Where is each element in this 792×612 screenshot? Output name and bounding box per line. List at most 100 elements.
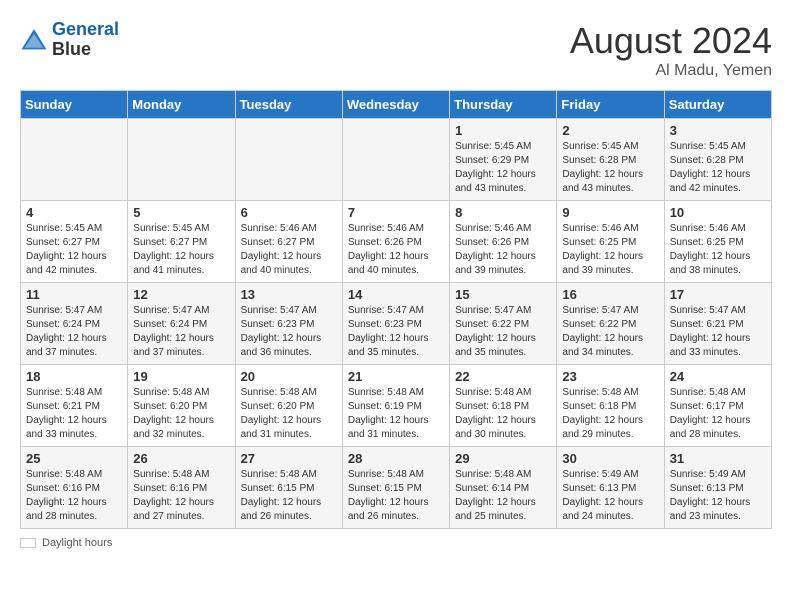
day-info: Sunrise: 5:48 AM Sunset: 6:16 PM Dayligh… (133, 468, 229, 524)
calendar-cell: 30 Sunrise: 5:49 AM Sunset: 6:13 PM Dayli… (557, 447, 664, 529)
title-block: August 2024 Al Madu, Yemen (570, 20, 772, 80)
day-info: Sunrise: 5:46 AM Sunset: 6:26 PM Dayligh… (455, 222, 551, 278)
weekday-header: Tuesday (235, 91, 342, 119)
calendar-cell: 10Sunrise: 5:46 AM Sunset: 6:25 PM Dayli… (664, 201, 771, 283)
day-number: 18 (26, 369, 122, 384)
day-number: 31 (670, 451, 766, 466)
day-info: Sunrise: 5:47 AM Sunset: 6:23 PM Dayligh… (348, 304, 444, 360)
daylight-label: Daylight hours (42, 537, 112, 549)
day-number: 11 (26, 287, 122, 302)
day-number: 7 (348, 205, 444, 220)
weekday-header: Saturday (664, 91, 771, 119)
location: Al Madu, Yemen (570, 62, 772, 80)
day-number: 26 (133, 451, 229, 466)
day-info: Sunrise: 5:48 AM Sunset: 6:15 PM Dayligh… (241, 468, 337, 524)
day-info: Sunrise: 5:48 AM Sunset: 6:15 PM Dayligh… (348, 468, 444, 524)
weekday-header: Thursday (450, 91, 557, 119)
calendar-cell: 17 Sunrise: 5:47 AM Sunset: 6:21 PM Dayli… (664, 283, 771, 365)
day-info: Sunrise: 5:48 AM Sunset: 6:16 PM Dayligh… (26, 468, 122, 524)
calendar-cell: 9 Sunrise: 5:46 AM Sunset: 6:25 PM Daylig… (557, 201, 664, 283)
calendar-cell: 20 Sunrise: 5:48 AM Sunset: 6:20 PM Dayli… (235, 365, 342, 447)
day-number: 5 (133, 205, 229, 220)
day-number: 29 (455, 451, 551, 466)
day-number: 6 (241, 205, 337, 220)
day-info: Sunrise: 5:46 AM Sunset: 6:27 PM Dayligh… (241, 222, 337, 278)
day-number: 3 (670, 123, 766, 138)
day-number: 4 (26, 205, 122, 220)
day-number: 30 (562, 451, 658, 466)
day-info: Sunrise: 5:45 AM Sunset: 6:29 PM Dayligh… (455, 140, 551, 196)
calendar-cell: 21 Sunrise: 5:48 AM Sunset: 6:19 PM Dayli… (342, 365, 449, 447)
calendar-cell (342, 119, 449, 201)
day-info: Sunrise: 5:49 AM Sunset: 6:13 PM Dayligh… (562, 468, 658, 524)
footer: Daylight hours (20, 537, 772, 549)
day-number: 13 (241, 287, 337, 302)
day-number: 10 (670, 205, 766, 220)
weekday-header: Sunday (21, 91, 128, 119)
day-info: Sunrise: 5:48 AM Sunset: 6:20 PM Dayligh… (133, 386, 229, 442)
day-info: Sunrise: 5:49 AM Sunset: 6:13 PM Dayligh… (670, 468, 766, 524)
day-info: Sunrise: 5:48 AM Sunset: 6:21 PM Dayligh… (26, 386, 122, 442)
day-info: Sunrise: 5:48 AM Sunset: 6:19 PM Dayligh… (348, 386, 444, 442)
calendar-cell: 12 Sunrise: 5:47 AM Sunset: 6:24 PM Dayli… (128, 283, 235, 365)
day-number: 28 (348, 451, 444, 466)
day-number: 20 (241, 369, 337, 384)
day-number: 21 (348, 369, 444, 384)
calendar-cell: 22 Sunrise: 5:48 AM Sunset: 6:18 PM Dayli… (450, 365, 557, 447)
day-info: Sunrise: 5:47 AM Sunset: 6:24 PM Dayligh… (133, 304, 229, 360)
calendar-cell: 6 Sunrise: 5:46 AM Sunset: 6:27 PM Daylig… (235, 201, 342, 283)
logo: GeneralBlue (20, 20, 119, 60)
calendar-body: 1Sunrise: 5:45 AM Sunset: 6:29 PM Daylig… (21, 119, 772, 529)
day-info: Sunrise: 5:48 AM Sunset: 6:17 PM Dayligh… (670, 386, 766, 442)
weekday-header: Wednesday (342, 91, 449, 119)
day-info: Sunrise: 5:46 AM Sunset: 6:25 PM Dayligh… (562, 222, 658, 278)
calendar-cell: 24 Sunrise: 5:48 AM Sunset: 6:17 PM Dayli… (664, 365, 771, 447)
calendar-cell: 15Sunrise: 5:47 AM Sunset: 6:22 PM Dayli… (450, 283, 557, 365)
calendar-cell: 31 Sunrise: 5:49 AM Sunset: 6:13 PM Dayli… (664, 447, 771, 529)
calendar-cell: 27 Sunrise: 5:48 AM Sunset: 6:15 PM Dayli… (235, 447, 342, 529)
calendar-cell: 25 Sunrise: 5:48 AM Sunset: 6:16 PM Dayli… (21, 447, 128, 529)
day-info: Sunrise: 5:45 AM Sunset: 6:28 PM Dayligh… (562, 140, 658, 196)
day-number: 24 (670, 369, 766, 384)
calendar-cell: 13Sunrise: 5:47 AM Sunset: 6:23 PM Dayli… (235, 283, 342, 365)
calendar-cell (21, 119, 128, 201)
day-info: Sunrise: 5:47 AM Sunset: 6:21 PM Dayligh… (670, 304, 766, 360)
calendar-cell (128, 119, 235, 201)
day-info: Sunrise: 5:46 AM Sunset: 6:26 PM Dayligh… (348, 222, 444, 278)
day-number: 9 (562, 205, 658, 220)
day-info: Sunrise: 5:48 AM Sunset: 6:20 PM Dayligh… (241, 386, 337, 442)
day-number: 25 (26, 451, 122, 466)
logo-text: GeneralBlue (52, 20, 119, 60)
day-number: 16 (562, 287, 658, 302)
calendar-week-row: 1Sunrise: 5:45 AM Sunset: 6:29 PM Daylig… (21, 119, 772, 201)
day-info: Sunrise: 5:45 AM Sunset: 6:27 PM Dayligh… (26, 222, 122, 278)
logo-icon (20, 26, 48, 54)
calendar-cell: 3Sunrise: 5:45 AM Sunset: 6:28 PM Daylig… (664, 119, 771, 201)
calendar-week-row: 11 Sunrise: 5:47 AM Sunset: 6:24 PM Dayli… (21, 283, 772, 365)
day-number: 12 (133, 287, 229, 302)
day-info: Sunrise: 5:47 AM Sunset: 6:24 PM Dayligh… (26, 304, 122, 360)
day-number: 17 (670, 287, 766, 302)
weekday-header: Monday (128, 91, 235, 119)
daylight-swatch (20, 538, 36, 548)
day-number: 23 (562, 369, 658, 384)
day-info: Sunrise: 5:48 AM Sunset: 6:18 PM Dayligh… (455, 386, 551, 442)
calendar-cell: 16 Sunrise: 5:47 AM Sunset: 6:22 PM Dayli… (557, 283, 664, 365)
day-number: 22 (455, 369, 551, 384)
calendar-cell: 18 Sunrise: 5:48 AM Sunset: 6:21 PM Dayli… (21, 365, 128, 447)
month-title: August 2024 (570, 20, 772, 62)
day-number: 27 (241, 451, 337, 466)
day-info: Sunrise: 5:47 AM Sunset: 6:22 PM Dayligh… (562, 304, 658, 360)
calendar-cell: 5 Sunrise: 5:45 AM Sunset: 6:27 PM Daylig… (128, 201, 235, 283)
calendar-cell: 28 Sunrise: 5:48 AM Sunset: 6:15 PM Dayli… (342, 447, 449, 529)
day-info: Sunrise: 5:48 AM Sunset: 6:18 PM Dayligh… (562, 386, 658, 442)
calendar-cell: 19Sunrise: 5:48 AM Sunset: 6:20 PM Dayli… (128, 365, 235, 447)
day-info: Sunrise: 5:45 AM Sunset: 6:27 PM Dayligh… (133, 222, 229, 278)
calendar-week-row: 18 Sunrise: 5:48 AM Sunset: 6:21 PM Dayli… (21, 365, 772, 447)
calendar-cell: 8Sunrise: 5:46 AM Sunset: 6:26 PM Daylig… (450, 201, 557, 283)
day-number: 15 (455, 287, 551, 302)
calendar-header: SundayMondayTuesdayWednesdayThursdayFrid… (21, 91, 772, 119)
calendar-week-row: 4 Sunrise: 5:45 AM Sunset: 6:27 PM Daylig… (21, 201, 772, 283)
calendar-cell: 2Sunrise: 5:45 AM Sunset: 6:28 PM Daylig… (557, 119, 664, 201)
calendar-table: SundayMondayTuesdayWednesdayThursdayFrid… (20, 90, 772, 529)
